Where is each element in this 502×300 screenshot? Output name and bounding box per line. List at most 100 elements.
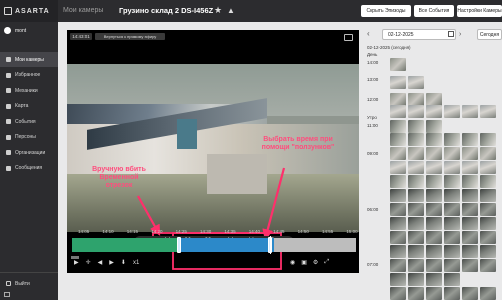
range-handle-start[interactable] [177, 237, 181, 253]
selected-range[interactable] [177, 238, 274, 252]
recording-thumbnail[interactable] [444, 217, 460, 230]
recording-thumbnail[interactable] [444, 147, 460, 160]
recording-thumbnail[interactable] [444, 231, 460, 244]
recording-thumbnail[interactable] [390, 287, 406, 300]
recording-thumbnail[interactable] [390, 273, 406, 286]
timeline-tick-label: 14:20 [151, 229, 163, 234]
recording-thumbnail[interactable] [408, 105, 424, 118]
recording-thumbnail[interactable] [408, 245, 424, 258]
recording-thumbnail[interactable] [480, 161, 496, 174]
timeline-tick-label: 14:25 [175, 229, 187, 234]
recording-thumbnail[interactable] [408, 273, 424, 286]
recording-thumbnail[interactable] [480, 245, 496, 258]
recording-thumbnail[interactable] [444, 105, 460, 118]
recording-thumbnail[interactable] [462, 175, 478, 188]
recording-thumbnail[interactable] [426, 287, 442, 300]
recording-thumbnail[interactable] [480, 203, 496, 216]
recording-thumbnail[interactable] [462, 203, 478, 216]
recording-thumbnail[interactable] [480, 231, 496, 244]
step-forward-icon[interactable]: ▶ [109, 259, 114, 266]
recording-thumbnail[interactable] [444, 259, 460, 272]
recording-thumbnail[interactable] [444, 245, 460, 258]
recording-thumbnail[interactable] [408, 189, 424, 202]
recording-thumbnail[interactable] [390, 105, 406, 118]
recording-thumbnail[interactable] [462, 231, 478, 244]
recording-thumbnail[interactable] [480, 217, 496, 230]
timeline-tick-label: 14:10 [102, 229, 114, 234]
recording-thumbnail[interactable] [390, 217, 406, 230]
skip-back-icon[interactable]: ◀ [98, 259, 103, 266]
recording-thumbnail[interactable] [426, 161, 442, 174]
recording-thumbnail[interactable] [408, 259, 424, 272]
recording-thumbnail[interactable] [462, 133, 478, 146]
recording-thumbnail[interactable] [390, 120, 406, 133]
recording-thumbnail[interactable] [390, 76, 406, 89]
recording-thumbnail[interactable] [480, 147, 496, 160]
recording-thumbnail[interactable] [426, 245, 442, 258]
recording-thumbnail[interactable] [408, 287, 424, 300]
recording-thumbnail[interactable] [426, 273, 442, 286]
recording-thumbnail[interactable] [480, 105, 496, 118]
download-icon[interactable]: ⬇ [121, 259, 126, 266]
timeline-tick-label: 14:40 [248, 229, 261, 234]
recording-thumbnail[interactable] [426, 147, 442, 160]
camera-icon[interactable]: ▣ [301, 259, 307, 266]
volume-icon[interactable]: ◉ [290, 259, 295, 266]
recording-thumbnail[interactable] [408, 175, 424, 188]
recording-thumbnail[interactable] [444, 161, 460, 174]
recording-thumbnail[interactable] [462, 217, 478, 230]
recording-thumbnail[interactable] [462, 105, 478, 118]
recording-thumbnail[interactable] [462, 189, 478, 202]
recording-thumbnail[interactable] [462, 147, 478, 160]
recording-thumbnail[interactable] [444, 287, 460, 300]
recording-thumbnail[interactable] [390, 231, 406, 244]
recording-thumbnail[interactable] [462, 287, 478, 300]
recording-thumbnail[interactable] [390, 189, 406, 202]
playhead[interactable] [270, 236, 271, 254]
recording-thumbnail[interactable] [462, 161, 478, 174]
recording-thumbnail[interactable] [408, 231, 424, 244]
recording-thumbnail[interactable] [390, 133, 406, 146]
recording-thumbnail[interactable] [444, 133, 460, 146]
recording-thumbnail[interactable] [426, 189, 442, 202]
target-icon[interactable]: ✛ [86, 259, 91, 266]
recording-thumbnail[interactable] [408, 147, 424, 160]
recording-thumbnail[interactable] [408, 120, 424, 133]
settings-icon[interactable]: ⚙ [313, 259, 318, 266]
recording-thumbnail[interactable] [426, 259, 442, 272]
recording-thumbnail[interactable] [426, 231, 442, 244]
recording-thumbnail[interactable] [408, 133, 424, 146]
recording-thumbnail[interactable] [426, 133, 442, 146]
recording-thumbnail[interactable] [480, 175, 496, 188]
recording-thumbnail[interactable] [480, 133, 496, 146]
expand-icon[interactable]: ⤢ [324, 259, 329, 266]
recording-thumbnail[interactable] [426, 203, 442, 216]
recording-thumbnail[interactable] [444, 189, 460, 202]
timeline-tick-label: 14:50 [297, 229, 309, 234]
recording-thumbnail[interactable] [480, 259, 496, 272]
recording-thumbnail[interactable] [480, 287, 496, 300]
recording-thumbnail[interactable] [390, 259, 406, 272]
recording-thumbnail[interactable] [408, 203, 424, 216]
recording-thumbnail[interactable] [390, 161, 406, 174]
recording-thumbnail[interactable] [444, 203, 460, 216]
recording-thumbnail[interactable] [390, 58, 406, 71]
recording-thumbnail[interactable] [444, 175, 460, 188]
recording-thumbnail[interactable] [426, 105, 442, 118]
recording-thumbnail[interactable] [462, 245, 478, 258]
recording-thumbnail[interactable] [390, 203, 406, 216]
recording-thumbnail[interactable] [390, 147, 406, 160]
recording-thumbnail[interactable] [480, 189, 496, 202]
recording-thumbnail[interactable] [408, 161, 424, 174]
recording-thumbnail[interactable] [390, 175, 406, 188]
recording-thumbnail[interactable] [408, 217, 424, 230]
speed-label[interactable]: x1 [133, 260, 139, 266]
recording-thumbnail[interactable] [426, 217, 442, 230]
recording-thumbnail[interactable] [426, 175, 442, 188]
recording-thumbnail[interactable] [408, 76, 424, 89]
recording-thumbnail[interactable] [390, 245, 406, 258]
play-icon[interactable]: ▶ [74, 259, 79, 266]
recording-thumbnail[interactable] [426, 120, 442, 133]
recording-thumbnail[interactable] [444, 273, 460, 286]
recording-thumbnail[interactable] [462, 259, 478, 272]
